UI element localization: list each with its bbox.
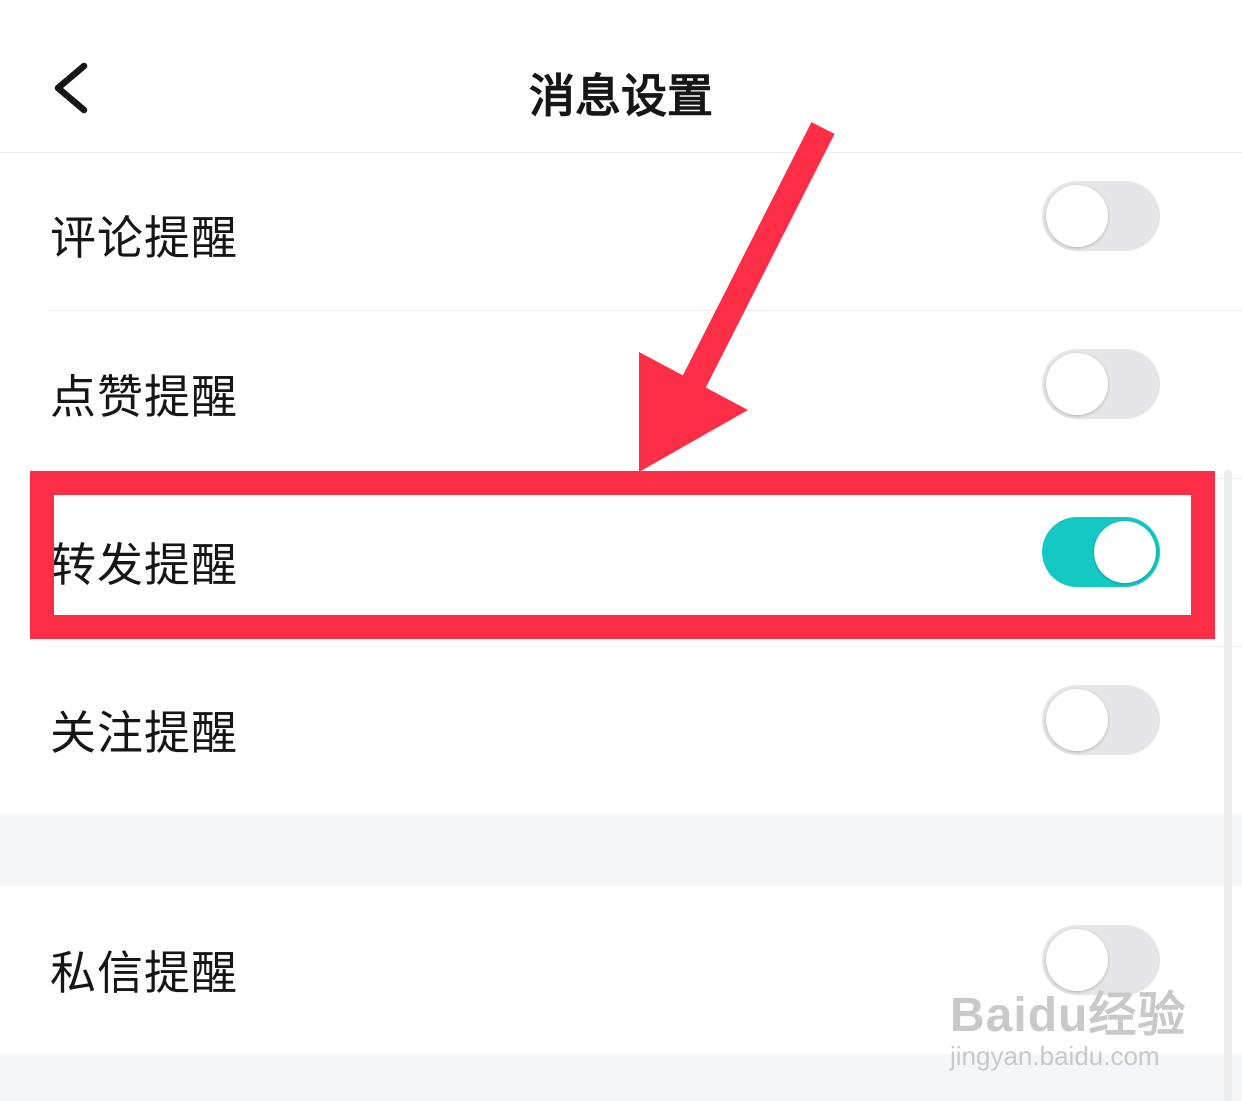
section-separator [0,814,1242,886]
setting-label: 评论提醒 [50,211,238,265]
comment-reminder-toggle[interactable] [1042,181,1160,251]
header-bar: 消息设置 [0,0,1242,153]
private-message-reminder-toggle[interactable] [1042,925,1160,995]
toggle-knob [1046,689,1108,751]
page-title: 消息设置 [529,69,713,123]
follow-reminder-toggle[interactable] [1042,685,1160,755]
setting-label: 私信提醒 [50,946,238,1000]
toggle-knob [1094,521,1156,583]
like-reminder-toggle[interactable] [1042,349,1160,419]
forward-reminder-toggle[interactable] [1042,517,1160,587]
scrollbar[interactable] [1224,470,1232,1101]
setting-label: 关注提醒 [50,706,238,760]
setting-row-like: 点赞提醒 [0,311,1242,477]
setting-row-follow: 关注提醒 [0,647,1242,813]
setting-label: 点赞提醒 [50,370,238,424]
setting-row-comment: 评论提醒 [0,152,1242,318]
setting-label: 转发提醒 [50,538,238,592]
setting-row-private-message: 私信提醒 [0,886,1242,1054]
toggle-knob [1046,185,1108,247]
section-separator [0,1054,1242,1101]
toggle-knob [1046,353,1108,415]
setting-row-forward: 转发提醒 [0,479,1242,645]
toggle-knob [1046,929,1108,991]
